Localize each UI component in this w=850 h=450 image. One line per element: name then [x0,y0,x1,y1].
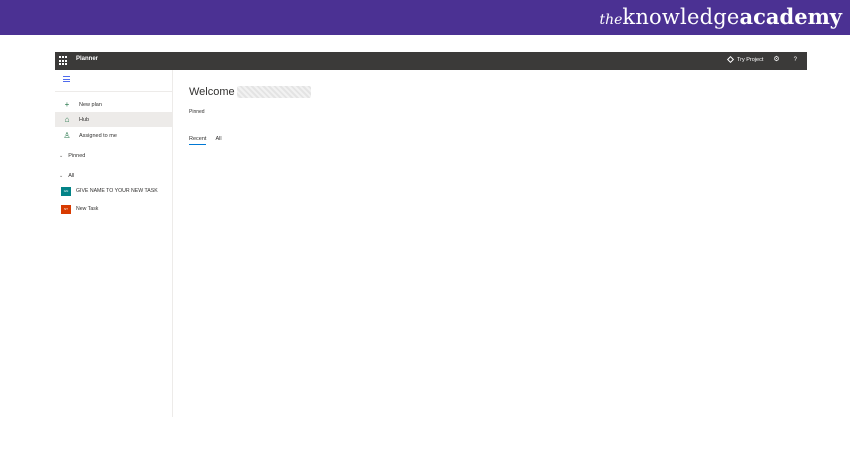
chevron-down-icon: ⌄ [59,173,64,179]
sidebar-item-hub[interactable]: ⌂ Hub [55,112,172,127]
tab-recent[interactable]: Recent [189,136,207,145]
hamburger-menu-icon[interactable] [63,76,70,84]
brand-suffix: academy [739,4,842,29]
sidebar-divider [55,91,172,92]
sidebar-item-label: New plan [79,101,102,108]
sidebar-item-label: Assigned to me [79,132,117,139]
plan-badge: GN [61,186,71,196]
sidebar-item-new-plan[interactable]: + New plan [55,97,172,112]
help-button[interactable]: ? [794,57,797,63]
plan-badge: NT [61,204,71,214]
brand-prefix: the [599,12,623,28]
topbar-actions: Try Project ⚙ ? [726,55,797,64]
sidebar-item-assigned-to-me[interactable]: ♙ Assigned to me [55,128,172,143]
sidebar-item-label: Hub [79,116,90,123]
section-all[interactable]: ⌄ All [55,171,172,181]
brand-logo: theknowledgeacademy [599,4,842,29]
try-project-button[interactable]: Try Project [737,57,763,63]
plan-item-new-task[interactable]: NT New Task [55,202,172,216]
sidebar: + New plan ⌂ Hub ♙ Assigned to me ⌄ Pinn… [55,70,173,417]
main-content: Welcome Pinned Recent All [173,70,807,417]
tab-all[interactable]: All [215,136,221,145]
tab-bar: Recent All [189,136,231,145]
diamond-icon [726,55,735,64]
brand-banner: theknowledgeacademy [0,0,850,35]
app-title[interactable]: Planner [76,56,98,62]
plan-label: New Task [76,206,99,212]
plan-label: GIVE NAME TO YOUR NEW TASK [76,188,158,194]
gear-icon[interactable]: ⚙ [773,56,779,63]
plus-icon: + [64,99,70,109]
section-label: Pinned [68,153,86,159]
person-icon: ♙ [63,130,71,140]
section-label: All [68,173,75,179]
section-pinned[interactable]: ⌄ Pinned [55,151,172,161]
chevron-down-icon: ⌄ [59,153,64,159]
app-topbar: Planner Try Project ⚙ ? [55,52,807,70]
plan-item-give-name[interactable]: GN GIVE NAME TO YOUR NEW TASK [55,184,172,198]
planner-window: Planner Try Project ⚙ ? + New plan ⌂ Hub… [55,52,807,417]
app-launcher-icon[interactable] [59,56,69,66]
page-title: Welcome [189,86,235,98]
home-icon: ⌂ [64,114,70,124]
brand-name: knowledge [622,5,740,29]
redacted-username [237,86,311,98]
pinned-heading: Pinned [189,109,205,115]
